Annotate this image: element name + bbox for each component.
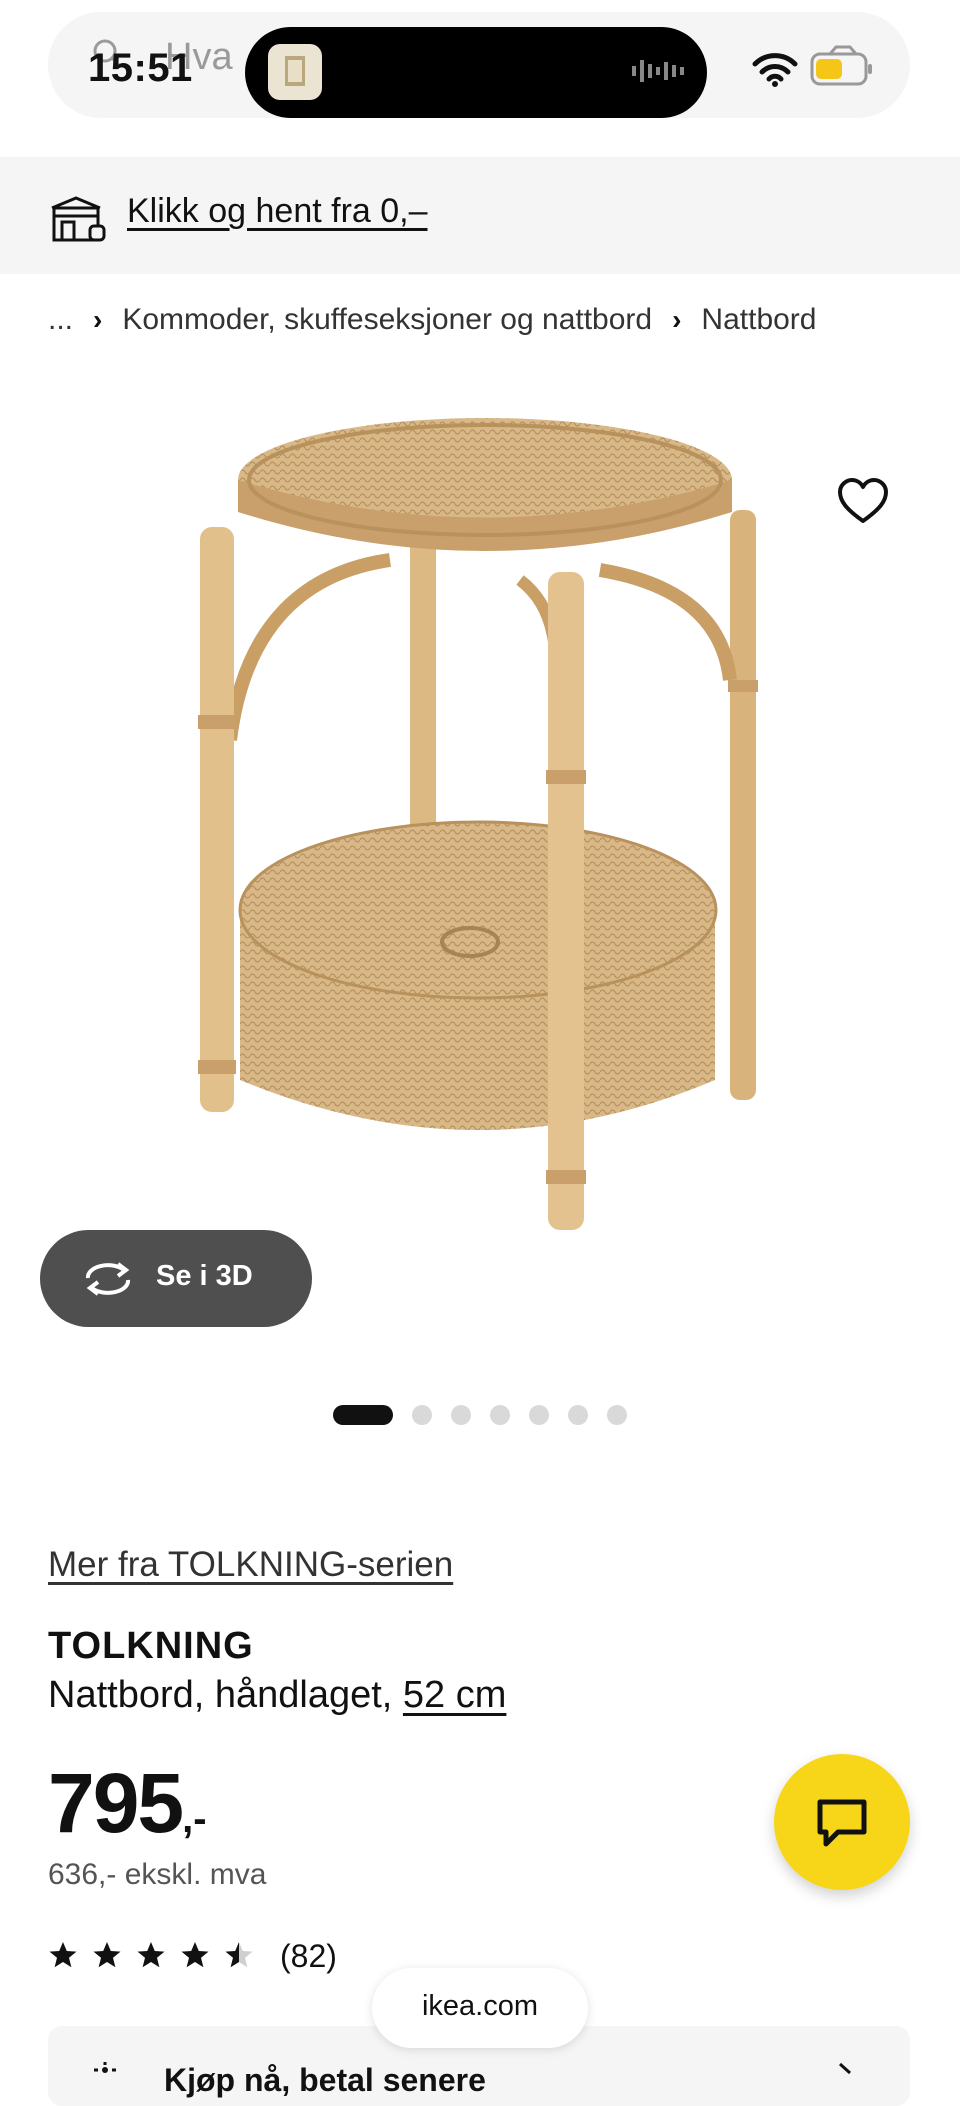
product-type: Nattbord, håndlaget,	[48, 1674, 403, 1716]
view-in-3d-label: Se i 3D	[156, 1260, 253, 1292]
carousel-dot[interactable]	[451, 1405, 471, 1425]
view-in-3d-button[interactable]: Se i 3D	[40, 1230, 312, 1327]
breadcrumb-item-current[interactable]: Nattbord	[701, 303, 816, 337]
star-half-icon	[225, 1942, 253, 1968]
breadcrumb: ... › Kommoder, skuffeseksjoner og nattb…	[48, 303, 817, 337]
browser-url-bar[interactable]: ikea.com	[372, 1968, 588, 2048]
breadcrumb-chevron-icon: ›	[672, 304, 682, 335]
store-icon	[51, 196, 106, 242]
image-carousel-indicator	[333, 1405, 646, 1425]
rotate-3d-icon	[85, 1262, 131, 1296]
breadcrumb-ellipsis[interactable]: ...	[48, 303, 73, 337]
favorite-heart-icon[interactable]	[836, 476, 890, 526]
star-full-icon	[49, 1942, 77, 1968]
carousel-dot[interactable]	[607, 1405, 627, 1425]
status-time: 15:51	[88, 46, 193, 90]
rating-stars[interactable]	[48, 1940, 268, 1970]
chat-bubble-icon	[817, 1799, 867, 1847]
carousel-dot[interactable]	[490, 1405, 510, 1425]
series-link[interactable]: Mer fra TOLKNING-serien	[48, 1545, 453, 1585]
breadcrumb-chevron-icon: ›	[93, 304, 103, 335]
star-full-icon	[137, 1942, 165, 1968]
price-excluding-vat: 636,- ekskl. mva	[48, 1858, 267, 1891]
carousel-dot[interactable]	[412, 1405, 432, 1425]
price-suffix: ,-	[182, 1797, 207, 1841]
wifi-icon	[752, 53, 798, 87]
price-value: 795	[48, 1756, 184, 1850]
review-count[interactable]: (82)	[280, 1938, 337, 1975]
battery-icon	[810, 45, 872, 86]
carousel-dot[interactable]	[568, 1405, 588, 1425]
carousel-dot[interactable]	[529, 1405, 549, 1425]
click-collect-link[interactable]: Klikk og hent fra 0,–	[127, 192, 428, 231]
product-price: 795,-	[48, 1755, 207, 1852]
now-playing-thumbnail	[268, 44, 322, 100]
breadcrumb-item-category[interactable]: Kommoder, skuffeseksjoner og nattbord	[122, 303, 652, 337]
star-full-icon	[181, 1942, 209, 1968]
star-full-icon	[93, 1942, 121, 1968]
product-size-link[interactable]: 52 cm	[403, 1674, 506, 1716]
product-description: Nattbord, håndlaget, 52 cm	[48, 1674, 506, 1717]
chat-button[interactable]	[774, 1754, 910, 1890]
browser-url-text: ikea.com	[421, 1990, 539, 2022]
audio-waveform-icon	[632, 60, 684, 82]
product-name: TOLKNING	[48, 1625, 254, 1667]
carousel-dot-active[interactable]	[333, 1405, 393, 1425]
